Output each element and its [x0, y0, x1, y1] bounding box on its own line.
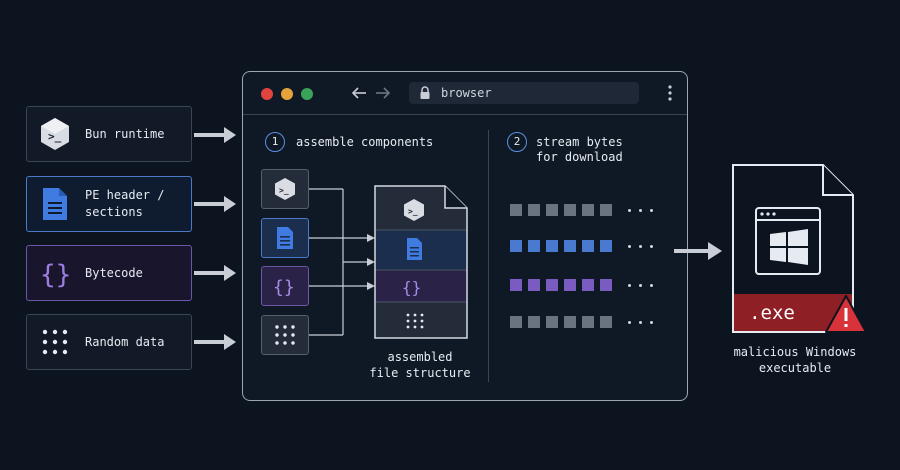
byte-square — [546, 279, 558, 291]
svg-text:>_: >_ — [48, 130, 62, 143]
ellipsis-dot — [650, 209, 653, 212]
input-arrows — [194, 127, 236, 350]
ellipsis-dot — [639, 245, 642, 248]
address-bar[interactable]: browser — [409, 82, 639, 104]
byte-square — [528, 240, 540, 252]
component-pe-header — [261, 218, 309, 258]
braces-icon: {} — [402, 278, 421, 297]
byte-square — [510, 204, 522, 216]
dot-grid-icon — [275, 325, 295, 345]
byte-square — [546, 316, 558, 328]
ellipsis-dot — [639, 284, 642, 287]
byte-square — [582, 240, 594, 252]
assembled-caption: assembled file structure — [369, 350, 471, 380]
browser-toolbar: browser — [243, 72, 687, 115]
byte-square — [600, 204, 612, 216]
document-icon — [39, 184, 71, 224]
exe-extension-label: .exe — [749, 302, 795, 324]
byte-square — [600, 279, 612, 291]
braces-icon: {} — [273, 277, 295, 298]
document-icon — [277, 227, 293, 249]
ellipsis-dot — [650, 284, 653, 287]
dot-grid-icon — [39, 322, 71, 362]
lock-icon — [420, 86, 430, 99]
component-bytecode: {} — [261, 266, 309, 306]
assembled-file: >_ {} — [374, 185, 468, 339]
byte-square — [510, 279, 522, 291]
byte-square — [528, 316, 540, 328]
svg-text:>_: >_ — [279, 186, 289, 195]
forward-arrow-icon[interactable] — [375, 85, 391, 101]
byte-square — [510, 316, 522, 328]
source-label: PE header / sections — [85, 188, 165, 219]
component-random-data — [261, 315, 309, 355]
back-arrow-icon[interactable] — [351, 85, 367, 101]
terminal-hex-icon: >_ — [39, 114, 71, 154]
byte-square — [582, 279, 594, 291]
ellipsis-dot — [650, 321, 653, 324]
byte-square — [600, 240, 612, 252]
output-arrow — [674, 242, 722, 260]
terminal-hex-icon: >_ — [275, 178, 295, 200]
output-caption: malicious Windows executable — [733, 345, 857, 375]
byte-square — [564, 240, 576, 252]
assembly-connectors — [309, 188, 375, 336]
source-label: Random data — [85, 334, 165, 349]
byte-square — [528, 204, 540, 216]
byte-square — [564, 279, 576, 291]
braces-icon: {} — [39, 253, 71, 293]
byte-square — [546, 240, 558, 252]
source-label: Bun runtime — [85, 126, 165, 141]
close-window-button[interactable] — [261, 88, 273, 100]
ellipsis-dot — [639, 321, 642, 324]
ellipsis-dot — [650, 245, 653, 248]
byte-square — [582, 316, 594, 328]
windows-logo-icon — [770, 229, 808, 265]
source-random-data: Random data — [26, 314, 192, 370]
source-label: Bytecode — [85, 265, 143, 280]
document-icon — [407, 238, 422, 260]
minimize-window-button[interactable] — [281, 88, 293, 100]
byte-square — [564, 316, 576, 328]
component-bun-runtime: >_ — [261, 169, 309, 209]
source-bytecode: {} Bytecode — [26, 245, 192, 301]
step-2-badge: 2 — [507, 132, 527, 152]
svg-text:{}: {} — [40, 260, 71, 290]
ellipsis-dot — [628, 245, 631, 248]
dot-grid-icon — [406, 313, 424, 329]
svg-text:{}: {} — [273, 277, 295, 298]
byte-square — [600, 316, 612, 328]
ellipsis-dot — [639, 209, 642, 212]
svg-text:>_: >_ — [408, 207, 418, 216]
byte-square — [510, 240, 522, 252]
step-2-label: stream bytes for download — [536, 135, 623, 164]
ellipsis-dot — [628, 209, 631, 212]
url-text: browser — [441, 86, 492, 100]
byte-square — [564, 204, 576, 216]
source-bun-runtime: >_ Bun runtime — [26, 106, 192, 162]
step-1-label: assemble components — [296, 135, 434, 149]
byte-square — [582, 204, 594, 216]
panel-divider — [488, 130, 489, 382]
source-pe-header: PE header / sections — [26, 176, 192, 232]
byte-square — [528, 279, 540, 291]
step-1-badge: 1 — [265, 132, 285, 152]
maximize-window-button[interactable] — [301, 88, 313, 100]
ellipsis-dot — [628, 321, 631, 324]
kebab-menu-icon[interactable] — [667, 84, 673, 102]
byte-square — [546, 204, 558, 216]
ellipsis-dot — [628, 284, 631, 287]
